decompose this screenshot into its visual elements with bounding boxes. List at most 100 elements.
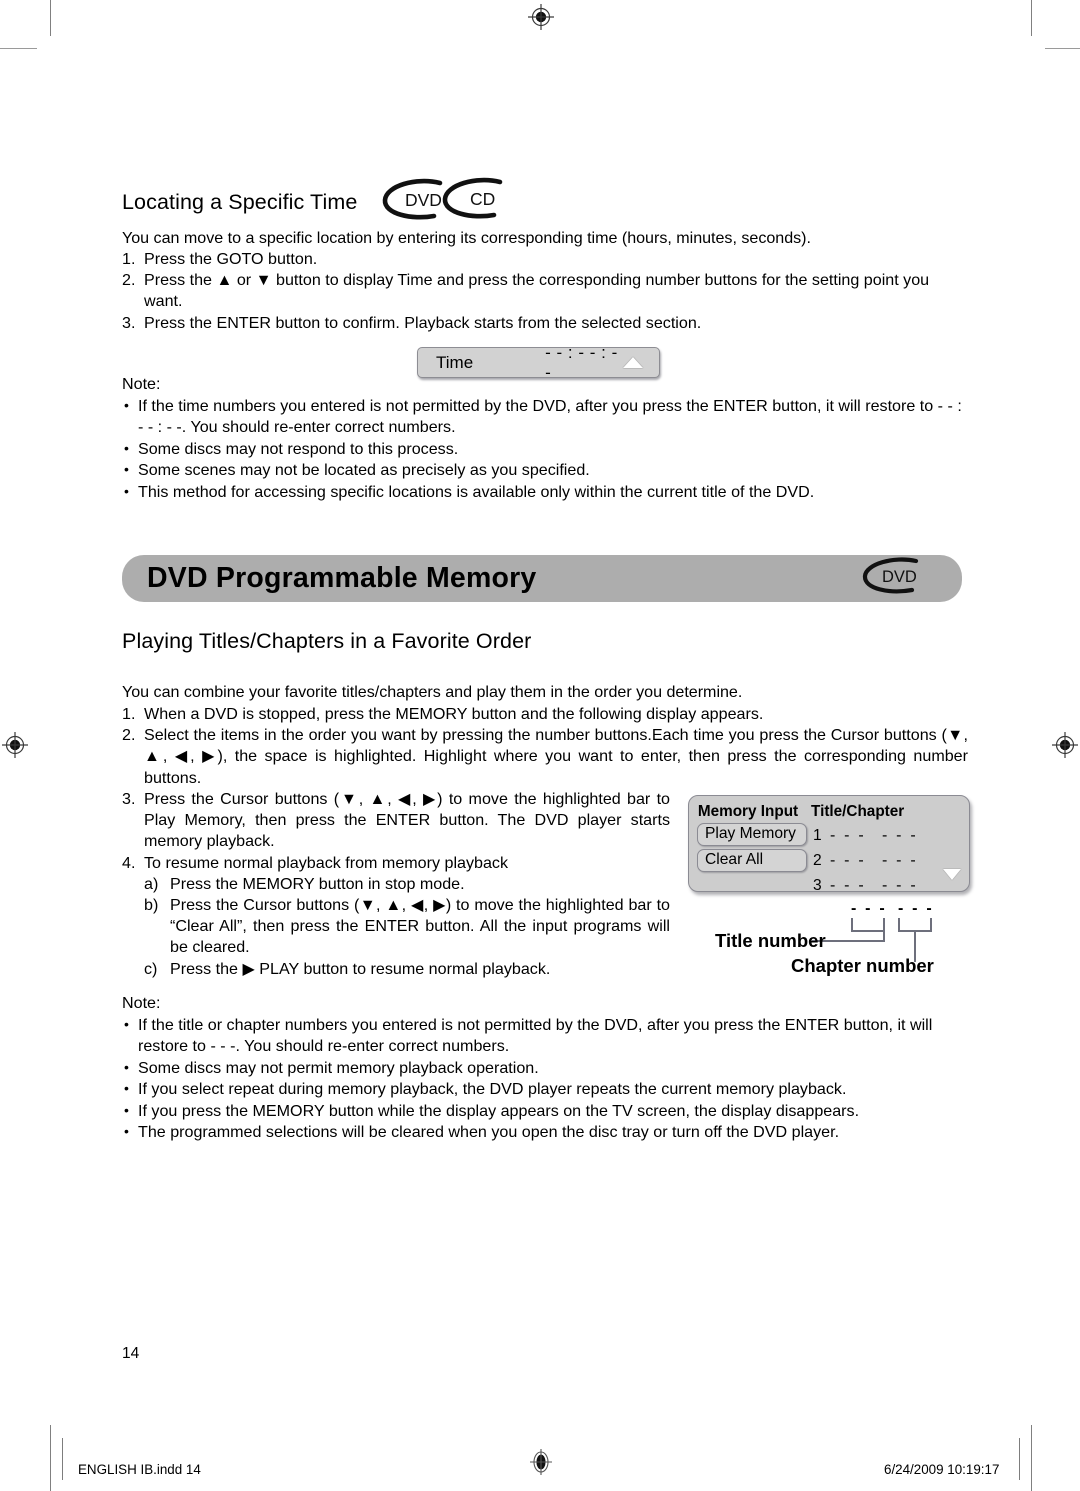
footer-timestamp: 6/24/2009 10:19:17 xyxy=(884,1462,1000,1477)
list-marker: 3. xyxy=(122,790,136,808)
dvd-cd-badge-group: DVD CD xyxy=(378,176,508,229)
chapter-field[interactable]: - - - xyxy=(882,827,934,845)
list-item: • This method for accessing specific loc… xyxy=(122,482,968,503)
table-row[interactable]: 2 - - - - - - xyxy=(813,848,934,873)
time-osd-value: - - : - - : - - xyxy=(545,342,618,382)
footer-rule-left xyxy=(62,1438,63,1480)
page-number: 14 xyxy=(122,1345,140,1362)
list-item-text: Some scenes may not be located as precis… xyxy=(138,461,590,480)
memory-steps-3-4: 3. Press the Cursor buttons (▼, ▲, ◀, ▶)… xyxy=(122,789,670,980)
callout-chapter-dashes: - - - xyxy=(898,900,934,917)
row-index: 1 xyxy=(813,826,822,844)
bullet-icon: • xyxy=(124,1058,129,1075)
memory-osd-header-row: Memory Input Title/Chapter xyxy=(689,796,969,823)
title-field[interactable]: - - - xyxy=(830,827,882,845)
section-heading-playing-titles: Playing Titles/Chapters in a Favorite Or… xyxy=(122,629,532,653)
memory-osd-body: Play Memory Clear All 1 - - - - - - 2 - … xyxy=(689,823,969,898)
list-marker: b) xyxy=(144,896,159,915)
footer-file-name: ENGLISH IB.indd 14 xyxy=(78,1462,201,1477)
scroll-down-row[interactable] xyxy=(939,862,961,887)
chapter-field[interactable]: - - - xyxy=(882,852,934,870)
bullet-icon: • xyxy=(124,1016,129,1032)
list-item: • Some scenes may not be located as prec… xyxy=(122,460,968,481)
triangle-down-icon[interactable] xyxy=(943,869,961,880)
list-item: 3. Press the Cursor buttons (▼, ▲, ◀, ▶)… xyxy=(122,789,670,853)
memory-input-osd-box: Memory Input Title/Chapter Play Memory C… xyxy=(688,795,970,894)
chapter-field[interactable]: - - - xyxy=(882,877,934,895)
list-item: a) Press the MEMORY button in stop mode. xyxy=(144,874,670,895)
bullet-icon: • xyxy=(124,482,129,499)
list-item: 4. To resume normal playback from memory… xyxy=(122,853,670,874)
list-item-text: Press the ▲ or ▼ button to display Time … xyxy=(144,271,930,311)
callout-title-dashes: - - - xyxy=(851,900,887,917)
crop-mark-top-left-horizontal xyxy=(0,48,37,49)
list-marker: 2. xyxy=(122,271,136,290)
list-item-text: If you press the MEMORY button while the… xyxy=(138,1101,860,1120)
dvd-disc-icon: DVD xyxy=(382,178,443,220)
cd-disc-icon: CD xyxy=(442,177,503,219)
memory-intro: You can combine your favorite titles/cha… xyxy=(122,683,743,701)
list-marker: c) xyxy=(144,959,158,978)
list-item: • If you press the MEMORY button while t… xyxy=(122,1101,968,1122)
list-item: • Some discs may not respond to this pro… xyxy=(122,439,968,460)
list-item-text: To resume normal playback from memory pl… xyxy=(144,853,509,872)
banner-title: DVD Programmable Memory xyxy=(147,562,537,594)
time-osd-label: Time xyxy=(436,352,474,372)
list-item-text: Press the Cursor buttons (▼, ▲, ◀, ▶) to… xyxy=(170,896,670,957)
leader-title-right-tick xyxy=(883,918,885,942)
list-marker: 1. xyxy=(122,705,136,723)
dvd-disc-icon: DVD xyxy=(858,556,940,601)
clear-all-button[interactable]: Clear All xyxy=(697,849,807,872)
leader-title-bottom xyxy=(851,930,885,932)
bullet-icon: • xyxy=(124,1123,129,1140)
table-row[interactable]: 1 - - - - - - xyxy=(813,823,934,848)
memory-note-label: Note: xyxy=(122,994,161,1012)
list-marker: 2. xyxy=(122,726,136,745)
section-banner-dvd-programmable-memory: DVD Programmable Memory DVD xyxy=(122,555,962,602)
play-memory-button[interactable]: Play Memory xyxy=(697,823,807,846)
list-item-text: When a DVD is stopped, press the MEMORY … xyxy=(144,705,764,723)
list-item-text: Press the ▶ PLAY button to resume normal… xyxy=(170,959,551,978)
bullet-icon: • xyxy=(124,461,129,478)
title-chapter-column-header: Title/Chapter xyxy=(811,803,905,820)
list-item-text: This method for accessing specific locat… xyxy=(138,482,815,501)
list-item-text: If you select repeat during memory playb… xyxy=(138,1080,847,1099)
list-item: • If you select repeat during memory pla… xyxy=(122,1079,968,1100)
locating-time-note-label: Note: xyxy=(122,375,161,393)
registration-mark-right xyxy=(1052,732,1078,758)
list-item: • If the time numbers you entered is not… xyxy=(122,396,968,439)
list-marker: a) xyxy=(144,874,159,893)
registration-mark-left xyxy=(2,732,28,758)
list-item: 2. Press the ▲ or ▼ button to display Ti… xyxy=(122,270,968,312)
row-index: 3 xyxy=(813,876,822,894)
list-item: 3. Press the ENTER button to confirm. Pl… xyxy=(122,313,968,334)
leader-chapter-right-tick xyxy=(930,918,932,932)
list-item-text: Press the GOTO button. xyxy=(144,250,318,268)
list-item-text: Press the ENTER button to confirm. Playb… xyxy=(144,313,702,332)
list-item-text: Press the MEMORY button in stop mode. xyxy=(170,874,465,893)
list-item-text: Some discs may not respond to this proce… xyxy=(138,439,459,458)
list-item-text: The programmed selections will be cleare… xyxy=(138,1123,840,1142)
svg-text:CD: CD xyxy=(470,189,495,209)
locating-time-intro: You can move to a specific location by e… xyxy=(122,229,811,247)
time-osd-box: Time - - : - - : - - xyxy=(417,343,660,382)
crop-mark-top-right-vertical xyxy=(1031,0,1032,36)
footer-rule-right xyxy=(1019,1438,1020,1480)
triangle-up-icon[interactable] xyxy=(623,357,643,368)
memory-input-column-header: Memory Input xyxy=(697,803,799,820)
crop-mark-top-right-horizontal xyxy=(1045,48,1080,49)
bullet-icon: • xyxy=(124,1080,129,1097)
svg-text:DVD: DVD xyxy=(405,190,442,210)
crop-mark-bottom-right-vertical xyxy=(1031,1425,1032,1491)
list-item-text: Some discs may not permit memory playbac… xyxy=(138,1058,539,1077)
list-marker: 4. xyxy=(122,853,136,872)
list-item: 2. Select the items in the order you wan… xyxy=(122,725,968,789)
chapter-number-callout-label: Chapter number xyxy=(791,955,934,976)
list-item: • Some discs may not permit memory playb… xyxy=(122,1058,968,1079)
table-row[interactable]: 3 - - - - - - xyxy=(813,873,934,898)
list-item-text: Press the Cursor buttons (▼, ▲, ◀, ▶) to… xyxy=(144,790,670,851)
title-field[interactable]: - - - xyxy=(830,877,882,895)
title-field[interactable]: - - - xyxy=(830,852,882,870)
bullet-icon: • xyxy=(124,439,129,456)
list-item: c) Press the ▶ PLAY button to resume nor… xyxy=(144,959,670,980)
